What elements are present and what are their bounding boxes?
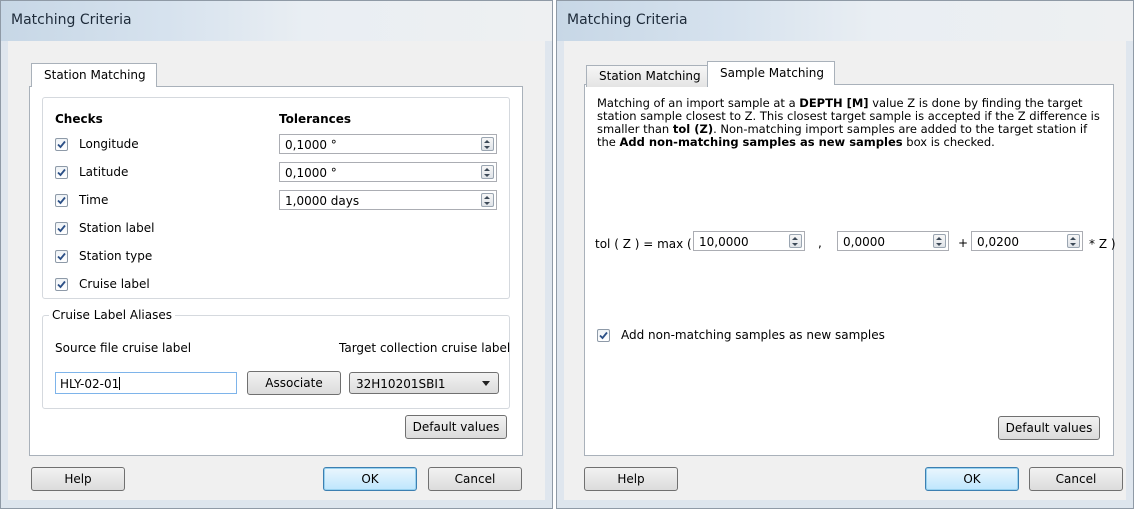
tolerance-constant-spinbox[interactable]: 10,0000 (693, 231, 805, 251)
time-checkbox[interactable] (55, 194, 68, 207)
spin-arrows-icon[interactable] (481, 165, 494, 179)
spin-arrows-icon[interactable] (789, 234, 802, 248)
help-button[interactable]: Help (31, 467, 125, 491)
associate-button[interactable]: Associate (247, 371, 341, 395)
time-tolerance-spinbox[interactable]: 1,0000 days (279, 190, 497, 210)
right-frame-bottom (557, 500, 1133, 508)
station-label-label: Station label (79, 221, 155, 235)
latitude-tolerance-value: 0,1000 ° (285, 166, 337, 180)
tab-sample-matching[interactable]: Sample Matching (707, 61, 835, 85)
left-dialog: Matching Criteria Station Matching Check… (0, 0, 553, 509)
station-type-checkbox[interactable] (55, 250, 68, 263)
time-label: Time (79, 193, 109, 207)
target-cruise-label-select[interactable]: 32H10201SBI1 (349, 372, 499, 394)
left-frame-edge-right (545, 41, 552, 508)
spin-arrows-icon[interactable] (481, 193, 494, 207)
cruise-aliases-groupbox: Cruise Label Aliases Source file cruise … (42, 308, 511, 409)
description-depth-term: DEPTH [M] (799, 96, 869, 110)
sample-matching-description: Matching of an import sample at a DEPTH … (597, 97, 1107, 149)
spin-arrows-icon[interactable] (481, 137, 494, 151)
longitude-tolerance-spinbox[interactable]: 0,1000 ° (279, 134, 497, 154)
latitude-tolerance-spinbox[interactable]: 0,1000 ° (279, 162, 497, 182)
description-checkbox-term: Add non-matching samples as new samples (619, 135, 903, 149)
help-button[interactable]: Help (584, 467, 678, 491)
time-tolerance-value: 1,0000 days (285, 194, 360, 208)
tolerance-offset-value: 0,0000 (843, 235, 885, 249)
longitude-checkbox[interactable] (55, 138, 68, 151)
source-cruise-label-input[interactable]: HLY-02-01 (55, 372, 237, 394)
left-tab-pane: Checks Tolerances Longitude Latitude Tim… (29, 86, 523, 456)
tolerances-header: Tolerances (279, 112, 352, 126)
left-window-title: Matching Criteria (11, 12, 132, 28)
station-type-label: Station type (79, 249, 153, 263)
target-cruise-label-value: 32H10201SBI1 (356, 377, 446, 391)
latitude-checkbox[interactable] (55, 166, 68, 179)
right-window-title: Matching Criteria (567, 12, 688, 28)
cruise-label-checkbox[interactable] (55, 278, 68, 291)
tolerance-factor-value: 0,0200 (977, 235, 1019, 249)
ok-button[interactable]: OK (323, 467, 417, 491)
spin-arrows-icon[interactable] (1067, 234, 1080, 248)
source-cruise-label-caption: Source file cruise label (55, 341, 192, 355)
left-title-bar[interactable]: Matching Criteria (1, 1, 552, 41)
add-nonmatching-label: Add non-matching samples as new samples (621, 328, 885, 342)
cruise-aliases-title: Cruise Label Aliases (49, 308, 176, 322)
right-frame-edge (557, 41, 564, 508)
right-dialog: Matching Criteria Station Matching Sampl… (556, 0, 1134, 509)
formula-prefix: tol ( Z ) = max ( (595, 237, 692, 251)
text-caret (119, 377, 121, 390)
longitude-tolerance-value: 0,1000 ° (285, 138, 337, 152)
cancel-button[interactable]: Cancel (1029, 467, 1123, 491)
description-text: box is checked. (902, 135, 995, 149)
right-title-bar[interactable]: Matching Criteria (557, 1, 1133, 41)
cancel-button[interactable]: Cancel (428, 467, 522, 491)
source-cruise-label-value: HLY-02-01 (60, 377, 120, 391)
add-nonmatching-checkbox[interactable] (597, 329, 610, 342)
tolerance-constant-value: 10,0000 (699, 235, 749, 249)
checks-groupbox: Checks Tolerances Longitude Latitude Tim… (42, 97, 510, 299)
default-values-button[interactable]: Default values (405, 415, 507, 439)
target-cruise-label-caption: Target collection cruise label (339, 341, 511, 355)
formula-plus: + (958, 236, 969, 250)
tab-station-matching[interactable]: Station Matching (31, 63, 157, 87)
left-frame-bottom (1, 500, 552, 508)
checks-header: Checks (55, 112, 103, 126)
default-values-button[interactable]: Default values (998, 416, 1100, 440)
tolerance-factor-spinbox[interactable]: 0,0200 (971, 231, 1083, 251)
latitude-label: Latitude (79, 165, 129, 179)
tab-station-matching[interactable]: Station Matching (586, 65, 708, 87)
description-text: Matching of an import sample at a (597, 96, 800, 110)
tolerance-offset-spinbox[interactable]: 0,0000 (837, 231, 949, 251)
longitude-label: Longitude (79, 137, 139, 151)
chevron-down-icon (482, 381, 490, 386)
formula-comma: , (818, 236, 822, 250)
left-frame-edge (1, 41, 8, 508)
right-frame-edge-right (1126, 41, 1133, 508)
formula-suffix: * Z ) (1089, 237, 1116, 251)
description-tol-term: tol (Z) (672, 122, 714, 136)
cruise-label-label: Cruise label (79, 277, 150, 291)
right-tab-pane: Matching of an import sample at a DEPTH … (584, 84, 1116, 456)
station-label-checkbox[interactable] (55, 222, 68, 235)
spin-arrows-icon[interactable] (933, 234, 946, 248)
ok-button[interactable]: OK (925, 467, 1019, 491)
